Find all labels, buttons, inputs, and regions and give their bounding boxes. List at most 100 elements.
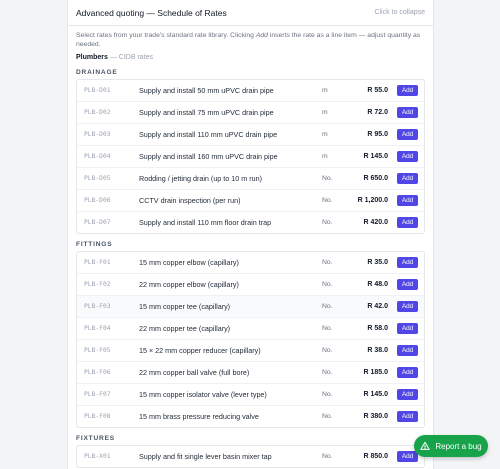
rate-price: R 420.0 <box>363 219 388 226</box>
rate-row: PLB-D04 Supply and install 160 mm uPVC dr… <box>77 146 424 168</box>
rate-row: PLB-F06 22 mm copper ball valve (full bor… <box>77 362 424 384</box>
add-rate-button[interactable]: Add <box>397 301 418 312</box>
rate-row: PLB-D06 CCTV drain inspection (per run) No… <box>77 190 424 212</box>
rate-row: PLB-F01 15 mm copper elbow (capillary) No.… <box>77 252 424 274</box>
rate-description: Supply and fit single lever basin mixer … <box>139 452 272 461</box>
rate-price: R 55.0 <box>367 87 388 94</box>
rate-unit: No. <box>322 413 333 420</box>
section-title-fixtures: FIXTURES <box>76 435 116 442</box>
trade-label: Plumbers — CIDB rates <box>68 49 433 61</box>
add-rate-button[interactable]: Add <box>397 195 418 206</box>
rate-code: PLB-D04 <box>84 153 111 160</box>
report-bug-button[interactable]: Report a bug <box>414 435 488 457</box>
rate-unit: m <box>322 109 328 116</box>
trade-library: CIDB rates <box>118 54 154 61</box>
trade-name: Plumbers <box>76 54 108 61</box>
rate-price: R 72.0 <box>367 109 388 116</box>
add-rate-button[interactable]: Add <box>397 217 418 228</box>
report-bug-label: Report a bug <box>435 441 482 451</box>
rate-unit: No. <box>322 347 333 354</box>
add-rate-button[interactable]: Add <box>397 279 418 290</box>
rate-table-fixtures: PLB-X01 Supply and fit single lever basin… <box>76 445 425 468</box>
rate-unit: No. <box>322 391 333 398</box>
rate-row: PLB-F05 15 × 22 mm copper reducer (capill… <box>77 340 424 362</box>
add-rate-button[interactable]: Add <box>397 129 418 140</box>
rate-code: PLB-D06 <box>84 197 111 204</box>
rate-unit: No. <box>322 197 333 204</box>
rate-code: PLB-F03 <box>84 303 111 310</box>
add-rate-button[interactable]: Add <box>397 107 418 118</box>
rate-row: PLB-F02 22 mm copper elbow (capillary) No.… <box>77 274 424 296</box>
rate-description: 15 mm brass pressure reducing valve <box>139 412 259 421</box>
rate-row: PLB-D01 Supply and install 50 mm uPVC dra… <box>77 80 424 102</box>
add-rate-button[interactable]: Add <box>397 367 418 378</box>
rate-unit: No. <box>322 453 333 460</box>
rate-table-drainage: PLB-D01 Supply and install 50 mm uPVC dra… <box>76 79 425 234</box>
rate-row: PLB-D03 Supply and install 110 mm uPVC dr… <box>77 124 424 146</box>
rate-code: PLB-F01 <box>84 259 111 266</box>
rate-description: Supply and install 50 mm uPVC drain pipe <box>139 86 274 95</box>
rate-code: PLB-X01 <box>84 453 111 460</box>
rate-price: R 1,200.0 <box>357 197 388 204</box>
rate-price: R 42.0 <box>367 303 388 310</box>
rate-unit: No. <box>322 369 333 376</box>
rate-code: PLB-D07 <box>84 219 111 226</box>
intro-text-before: Select rates from your trade's standard … <box>76 32 256 39</box>
rate-description: 22 mm copper elbow (capillary) <box>139 280 239 289</box>
rate-code: PLB-D02 <box>84 109 111 116</box>
rate-description: Supply and install 110 mm uPVC drain pip… <box>139 130 278 139</box>
section-title-fittings: FITTINGS <box>76 241 113 248</box>
rate-description: 15 mm copper elbow (capillary) <box>139 258 239 267</box>
rate-unit: No. <box>322 219 333 226</box>
collapse-toggle[interactable]: Click to collapse <box>374 9 425 16</box>
rate-description: 15 × 22 mm copper reducer (capillary) <box>139 346 261 355</box>
add-rate-button[interactable]: Add <box>397 389 418 400</box>
panel-header[interactable]: Advanced quoting — Schedule of Rates Cli… <box>68 0 433 26</box>
rate-price: R 650.0 <box>363 175 388 182</box>
add-rate-button[interactable]: Add <box>397 85 418 96</box>
add-rate-button[interactable]: Add <box>397 257 418 268</box>
rate-unit: No. <box>322 303 333 310</box>
rate-code: PLB-D03 <box>84 131 111 138</box>
rate-row: PLB-F07 15 mm copper isolator valve (leve… <box>77 384 424 406</box>
warning-triangle-icon <box>420 441 431 450</box>
rate-sections: DRAINAGE PLB-D01 Supply and install 50 mm … <box>68 67 433 468</box>
rate-price: R 850.0 <box>363 453 388 460</box>
rate-row: PLB-D05 Rodding / jetting drain (up to 10… <box>77 168 424 190</box>
add-rate-button[interactable]: Add <box>397 173 418 184</box>
add-rate-button[interactable]: Add <box>397 323 418 334</box>
rate-price: R 35.0 <box>367 259 388 266</box>
rate-unit: No. <box>322 281 333 288</box>
rate-price: R 58.0 <box>367 325 388 332</box>
rate-description: CCTV drain inspection (per run) <box>139 196 241 205</box>
rate-price: R 95.0 <box>367 131 388 138</box>
rate-code: PLB-D01 <box>84 87 111 94</box>
trade-separator: — <box>107 54 119 61</box>
rate-price: R 380.0 <box>363 413 388 420</box>
add-rate-button[interactable]: Add <box>397 151 418 162</box>
rate-unit: m <box>322 131 328 138</box>
rate-price: R 38.0 <box>367 347 388 354</box>
add-rate-button[interactable]: Add <box>397 411 418 422</box>
rate-unit: m <box>322 87 328 94</box>
rate-row: PLB-X01 Supply and fit single lever basin… <box>77 446 424 467</box>
rate-code: PLB-F02 <box>84 281 111 288</box>
rate-description: 15 mm copper tee (capillary) <box>139 302 231 311</box>
intro-text: Select rates from your trade's standard … <box>68 26 433 49</box>
rate-row: PLB-D02 Supply and install 75 mm uPVC dra… <box>77 102 424 124</box>
rate-row: PLB-F03 15 mm copper tee (capillary) No. R … <box>77 296 424 318</box>
rate-code: PLB-F05 <box>84 347 111 354</box>
rate-description: 22 mm copper tee (capillary) <box>139 324 231 333</box>
rate-description: Rodding / jetting drain (up to 10 m run) <box>139 174 263 183</box>
add-rate-button[interactable]: Add <box>397 451 418 462</box>
rate-price: R 48.0 <box>367 281 388 288</box>
rate-description: 22 mm copper ball valve (full bore) <box>139 368 250 377</box>
rate-price: R 185.0 <box>363 369 388 376</box>
rate-unit: No. <box>322 175 333 182</box>
rate-description: Supply and install 110 mm floor drain tr… <box>139 218 272 227</box>
add-rate-button[interactable]: Add <box>397 345 418 356</box>
rate-description: 15 mm copper isolator valve (lever type) <box>139 390 267 399</box>
rate-unit: m <box>322 153 328 160</box>
rate-unit: No. <box>322 259 333 266</box>
rate-code: PLB-F08 <box>84 413 111 420</box>
